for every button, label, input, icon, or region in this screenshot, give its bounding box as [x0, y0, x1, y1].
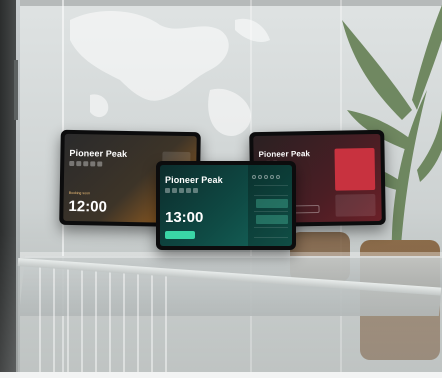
- booking-status: Booking soon: [68, 190, 90, 196]
- camera-icon: [76, 161, 82, 167]
- display-icon: [69, 160, 75, 167]
- book-now-button[interactable]: [165, 231, 195, 239]
- frosted-world-map: [70, 10, 270, 136]
- whiteboard-icon: [186, 188, 191, 193]
- dark-wall: [0, 0, 16, 378]
- phone-icon: [179, 188, 184, 193]
- camera-icon: [172, 188, 177, 193]
- tablet-screen-center: Pioneer Peak 13:00: [160, 165, 292, 246]
- calendar-panel: [248, 165, 292, 246]
- room-name: Pioneer Peak: [69, 147, 128, 159]
- day-dot[interactable]: [258, 175, 262, 179]
- calendar-row: [254, 195, 288, 196]
- day-dot[interactable]: [270, 175, 274, 179]
- day-dot[interactable]: [252, 175, 256, 179]
- meeting-card: [334, 148, 376, 191]
- calendar-row: [254, 211, 288, 212]
- day-selector[interactable]: [252, 175, 280, 179]
- day-dot[interactable]: [276, 175, 280, 179]
- people-icon: [97, 161, 103, 167]
- people-icon: [193, 188, 198, 193]
- phone-icon: [83, 161, 89, 167]
- calendar-event[interactable]: [256, 199, 288, 208]
- next-meeting-card: [335, 193, 376, 217]
- room-name: Pioneer Peak: [258, 149, 311, 160]
- wall-trim: [14, 60, 18, 120]
- amenity-icons: [165, 188, 198, 193]
- current-time: 13:00: [165, 209, 204, 226]
- calendar-row: [254, 227, 288, 228]
- whiteboard-icon: [90, 161, 96, 167]
- display-icon: [165, 188, 170, 193]
- room-booking-tablet-center: Pioneer Peak 13:00: [156, 161, 296, 250]
- calendar-row: [254, 185, 288, 186]
- current-time: 12:00: [68, 197, 108, 216]
- amenity-icons: [69, 160, 103, 167]
- room-name: Pioneer Peak: [165, 175, 223, 185]
- day-dot[interactable]: [264, 175, 268, 179]
- conference-room-photo: Pioneer Peak Booking soon 12:00 Pioneer …: [0, 0, 442, 378]
- calendar-row: [254, 237, 288, 238]
- calendar-event[interactable]: [256, 215, 288, 224]
- more-options-button[interactable]: [202, 231, 246, 239]
- bottom-border: [0, 372, 442, 378]
